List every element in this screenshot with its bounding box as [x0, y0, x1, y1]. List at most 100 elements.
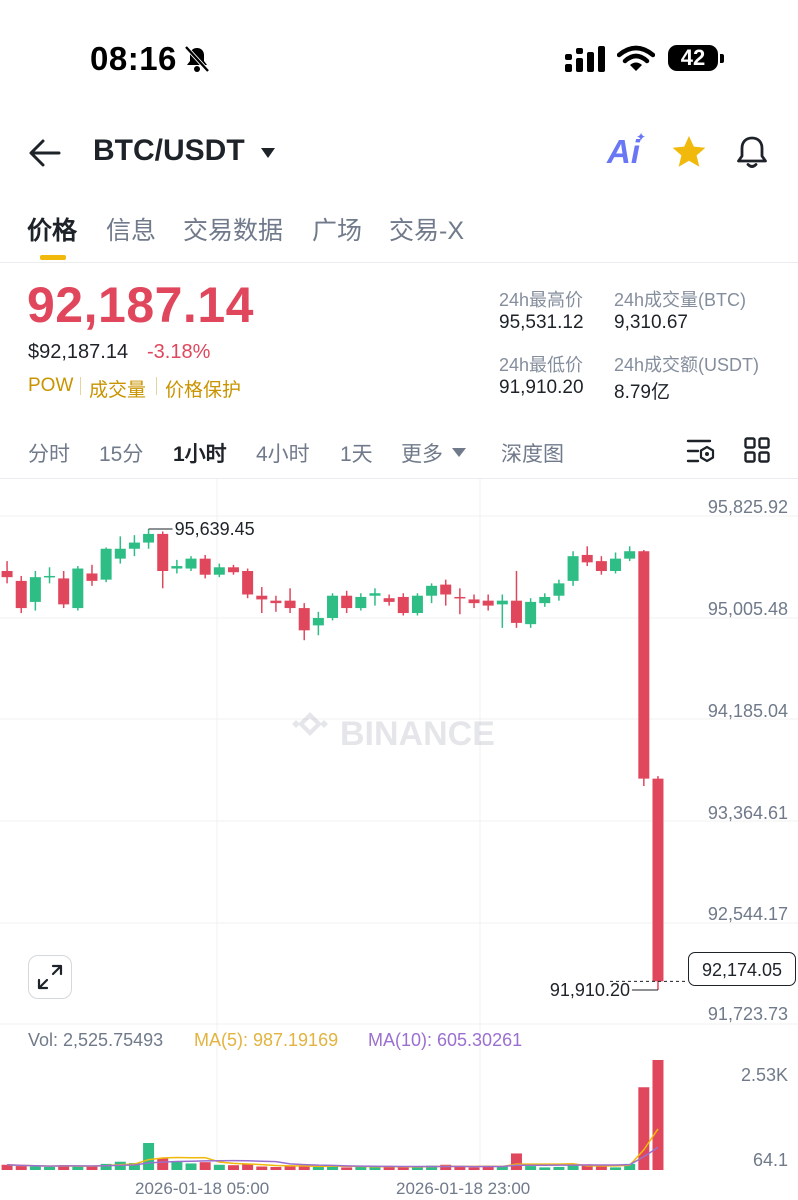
- candle-body: [270, 600, 282, 604]
- trading-pair-selector[interactable]: BTC/USDT: [93, 134, 245, 168]
- candle-body: [539, 596, 551, 604]
- volume-bar: [29, 1166, 41, 1170]
- last-price: 92,187.14: [27, 277, 254, 333]
- tab-info[interactable]: 信息: [106, 211, 156, 247]
- interval-1d[interactable]: 1天: [340, 438, 373, 468]
- candle-body: [284, 600, 296, 609]
- candle-body: [29, 577, 41, 602]
- volume-bar: [482, 1166, 494, 1170]
- y-axis-label: 91,723.73: [708, 1004, 788, 1024]
- high-24h-label: 24h最高价: [499, 290, 584, 310]
- interval-15m[interactable]: 15分: [99, 438, 143, 468]
- indicator-settings-icon[interactable]: [686, 437, 716, 465]
- volume-bar: [213, 1164, 225, 1170]
- binance-watermark: BINANCE: [292, 712, 495, 753]
- tab-trading-data[interactable]: 交易数据: [183, 211, 283, 247]
- favorite-star-icon[interactable]: [670, 134, 708, 170]
- tag-pow[interactable]: POW: [28, 375, 73, 397]
- candle-body: [157, 533, 169, 571]
- layout-grid-icon[interactable]: [744, 437, 770, 463]
- volume-bar: [468, 1167, 480, 1170]
- candle-body: [638, 551, 650, 779]
- candle-body: [199, 558, 211, 575]
- candle-body: [426, 585, 438, 596]
- interval-4h[interactable]: 4小时: [256, 438, 310, 468]
- volume-btc-value: 9,310.67: [614, 312, 688, 333]
- volume-bar: [157, 1158, 169, 1170]
- candlestick-chart[interactable]: BINANCE 95,825.92 95,005.48 94,185.04 93…: [0, 479, 798, 1200]
- candle-body: [482, 600, 494, 606]
- x-axis-label: 2026-01-18 23:00: [396, 1179, 531, 1198]
- low-24h-label: 24h最低价: [499, 355, 584, 375]
- bell-muted-icon: [184, 45, 210, 73]
- volume-bar: [610, 1167, 622, 1170]
- candle-body: [15, 580, 27, 609]
- price-alert-bell-icon[interactable]: [733, 133, 771, 171]
- status-time: 08:16: [90, 40, 177, 77]
- tab-price[interactable]: 价格: [27, 211, 77, 247]
- tag-volume[interactable]: 成交量: [89, 375, 146, 402]
- candle-body: [86, 573, 98, 581]
- tab-square[interactable]: 广场: [312, 211, 362, 247]
- candle-body: [440, 584, 452, 595]
- candle-body: [143, 533, 155, 543]
- volume-axis-label: 2.53K: [741, 1065, 788, 1085]
- candle-body: [72, 568, 84, 609]
- sparkle-icon: ✦: [636, 130, 647, 144]
- turnover-usdt-label: 24h成交额(USDT): [614, 355, 760, 375]
- turnover-usdt-value: 8.79亿: [614, 382, 670, 403]
- volume-bar: [355, 1166, 367, 1170]
- price-usd: $92,187.14: [28, 341, 129, 363]
- volume-bar: [553, 1166, 565, 1170]
- candle-body: [298, 608, 310, 631]
- volume-label: Vol: 2,525.75493: [28, 1030, 164, 1050]
- y-axis-label: 92,544.17: [708, 904, 788, 924]
- candle-body: [610, 558, 622, 571]
- volume-bar: [411, 1167, 423, 1170]
- volume-bar: [15, 1166, 27, 1170]
- candle-body: [411, 595, 423, 614]
- candle-body: [213, 567, 225, 575]
- candle-body: [327, 595, 339, 618]
- chart-grid: [0, 479, 798, 1170]
- fullscreen-button[interactable]: [28, 955, 72, 999]
- caret-down-icon[interactable]: [260, 147, 276, 159]
- interval-more[interactable]: 更多: [401, 438, 443, 468]
- volume-bar: [256, 1166, 268, 1170]
- candle-body: [468, 599, 480, 604]
- wifi-icon: [617, 45, 655, 71]
- volume-bar: [539, 1167, 551, 1170]
- volume-bar: [510, 1153, 522, 1170]
- price-change-percent: -3.18%: [147, 341, 211, 363]
- battery-tip: [720, 54, 724, 63]
- volume-bar: [595, 1166, 607, 1170]
- ma5-label: MA(5): 987.19169: [194, 1030, 339, 1050]
- candles: [1, 529, 664, 990]
- back-arrow-icon[interactable]: [28, 138, 62, 168]
- high-price-marker-label: 95,639.45: [175, 519, 255, 539]
- depth-chart-tab[interactable]: 深度图: [501, 438, 564, 468]
- interval-line[interactable]: 分时: [28, 438, 70, 468]
- candle-body: [369, 593, 381, 596]
- candle-body: [355, 596, 367, 609]
- tab-trade-x[interactable]: 交易-X: [389, 211, 464, 247]
- watermark-text: BINANCE: [340, 715, 495, 753]
- low-price-marker-label: 91,910.20: [550, 980, 630, 1000]
- volume-bar: [652, 1060, 664, 1170]
- interval-1h[interactable]: 1小时: [173, 438, 227, 468]
- tag-price-protection[interactable]: 价格保护: [165, 375, 241, 402]
- candle-body: [44, 575, 56, 578]
- y-axis-label: 95,005.48: [708, 599, 788, 619]
- y-axis-label: 93,364.61: [708, 803, 788, 823]
- volume-btc-label: 24h成交量(BTC): [614, 290, 747, 310]
- candle-body: [581, 554, 593, 563]
- volume-bar: [227, 1165, 239, 1170]
- candle-body: [454, 596, 466, 599]
- caret-down-icon[interactable]: [452, 448, 466, 457]
- ma10-label: MA(10): 605.30261: [368, 1030, 523, 1050]
- volume-bar: [199, 1162, 211, 1170]
- candle-body: [553, 583, 565, 596]
- candle-body: [227, 567, 239, 573]
- volume-bar: [86, 1166, 98, 1170]
- low-price-marker: 91,910.20: [550, 980, 658, 1000]
